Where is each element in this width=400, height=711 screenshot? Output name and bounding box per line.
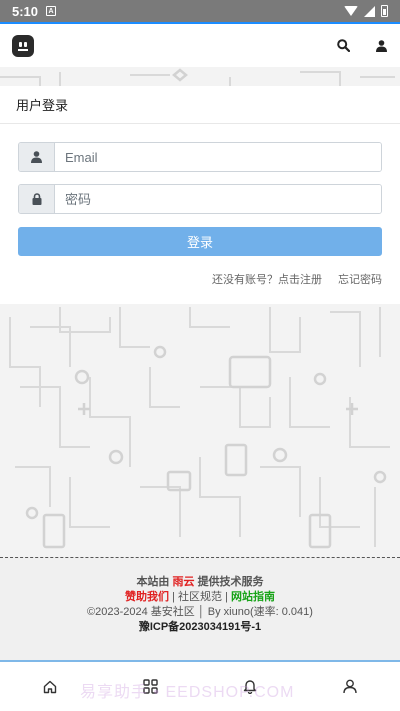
email-input[interactable] <box>55 143 381 171</box>
login-card-header: 用户登录 <box>0 86 400 124</box>
email-field <box>18 142 382 172</box>
guide-link[interactable]: 网站指南 <box>231 591 275 603</box>
bell-icon[interactable] <box>230 667 270 707</box>
footer-suffix: 提供技术服务 <box>197 576 264 588</box>
footer-divider <box>0 557 400 558</box>
rules-link[interactable]: 社区规范 <box>178 591 222 603</box>
wifi-icon <box>344 6 358 16</box>
user-icon <box>19 143 55 171</box>
footer-separator: | <box>172 591 175 603</box>
provider-link[interactable]: 雨云 <box>173 576 195 588</box>
forgot-password-link[interactable]: 忘记密码 <box>338 271 382 287</box>
donate-link[interactable]: 赞助我们 <box>125 591 169 603</box>
status-time: 5:10 <box>12 3 39 19</box>
footer-icp[interactable]: 豫ICP备2023034191号-1 <box>0 620 400 635</box>
login-card: 用户登录 登录 还没有账号？点击注册 忘记密码 <box>0 86 400 304</box>
user-icon[interactable] <box>374 39 388 53</box>
password-field <box>18 184 382 214</box>
lock-icon <box>19 185 55 213</box>
notification-icon: A <box>46 6 57 16</box>
footer-separator: | <box>225 591 228 603</box>
grid-icon[interactable] <box>130 667 170 707</box>
register-link[interactable]: 还没有账号？点击注册 <box>212 271 322 287</box>
battery-icon <box>381 5 388 17</box>
footer-links-line: 赞助我们 | 社区规范 | 网站指南 <box>0 590 400 605</box>
login-title: 用户登录 <box>16 98 69 113</box>
robot-face-icon[interactable] <box>12 34 34 57</box>
login-button[interactable]: 登录 <box>18 227 382 256</box>
signal-icon <box>364 5 375 17</box>
footer-service-line: 本站由 雨云 提供技术服务 <box>0 575 400 590</box>
footer-prefix: 本站由 <box>136 576 170 588</box>
profile-icon[interactable] <box>330 667 370 707</box>
search-icon[interactable] <box>336 39 350 53</box>
top-header <box>0 22 400 67</box>
login-links: 还没有账号？点击注册 忘记密码 <box>212 271 382 287</box>
site-footer: 本站由 雨云 提供技术服务 赞助我们 | 社区规范 | 网站指南 ©2023-2… <box>0 575 400 635</box>
status-bar: 5:10 A <box>0 0 400 22</box>
bottom-nav <box>0 660 400 711</box>
footer-copyright: ©2023-2024 基安社区 │ By xiuno(速率: 0.041) <box>87 606 313 618</box>
password-input[interactable] <box>55 185 381 213</box>
home-icon[interactable] <box>30 667 70 707</box>
